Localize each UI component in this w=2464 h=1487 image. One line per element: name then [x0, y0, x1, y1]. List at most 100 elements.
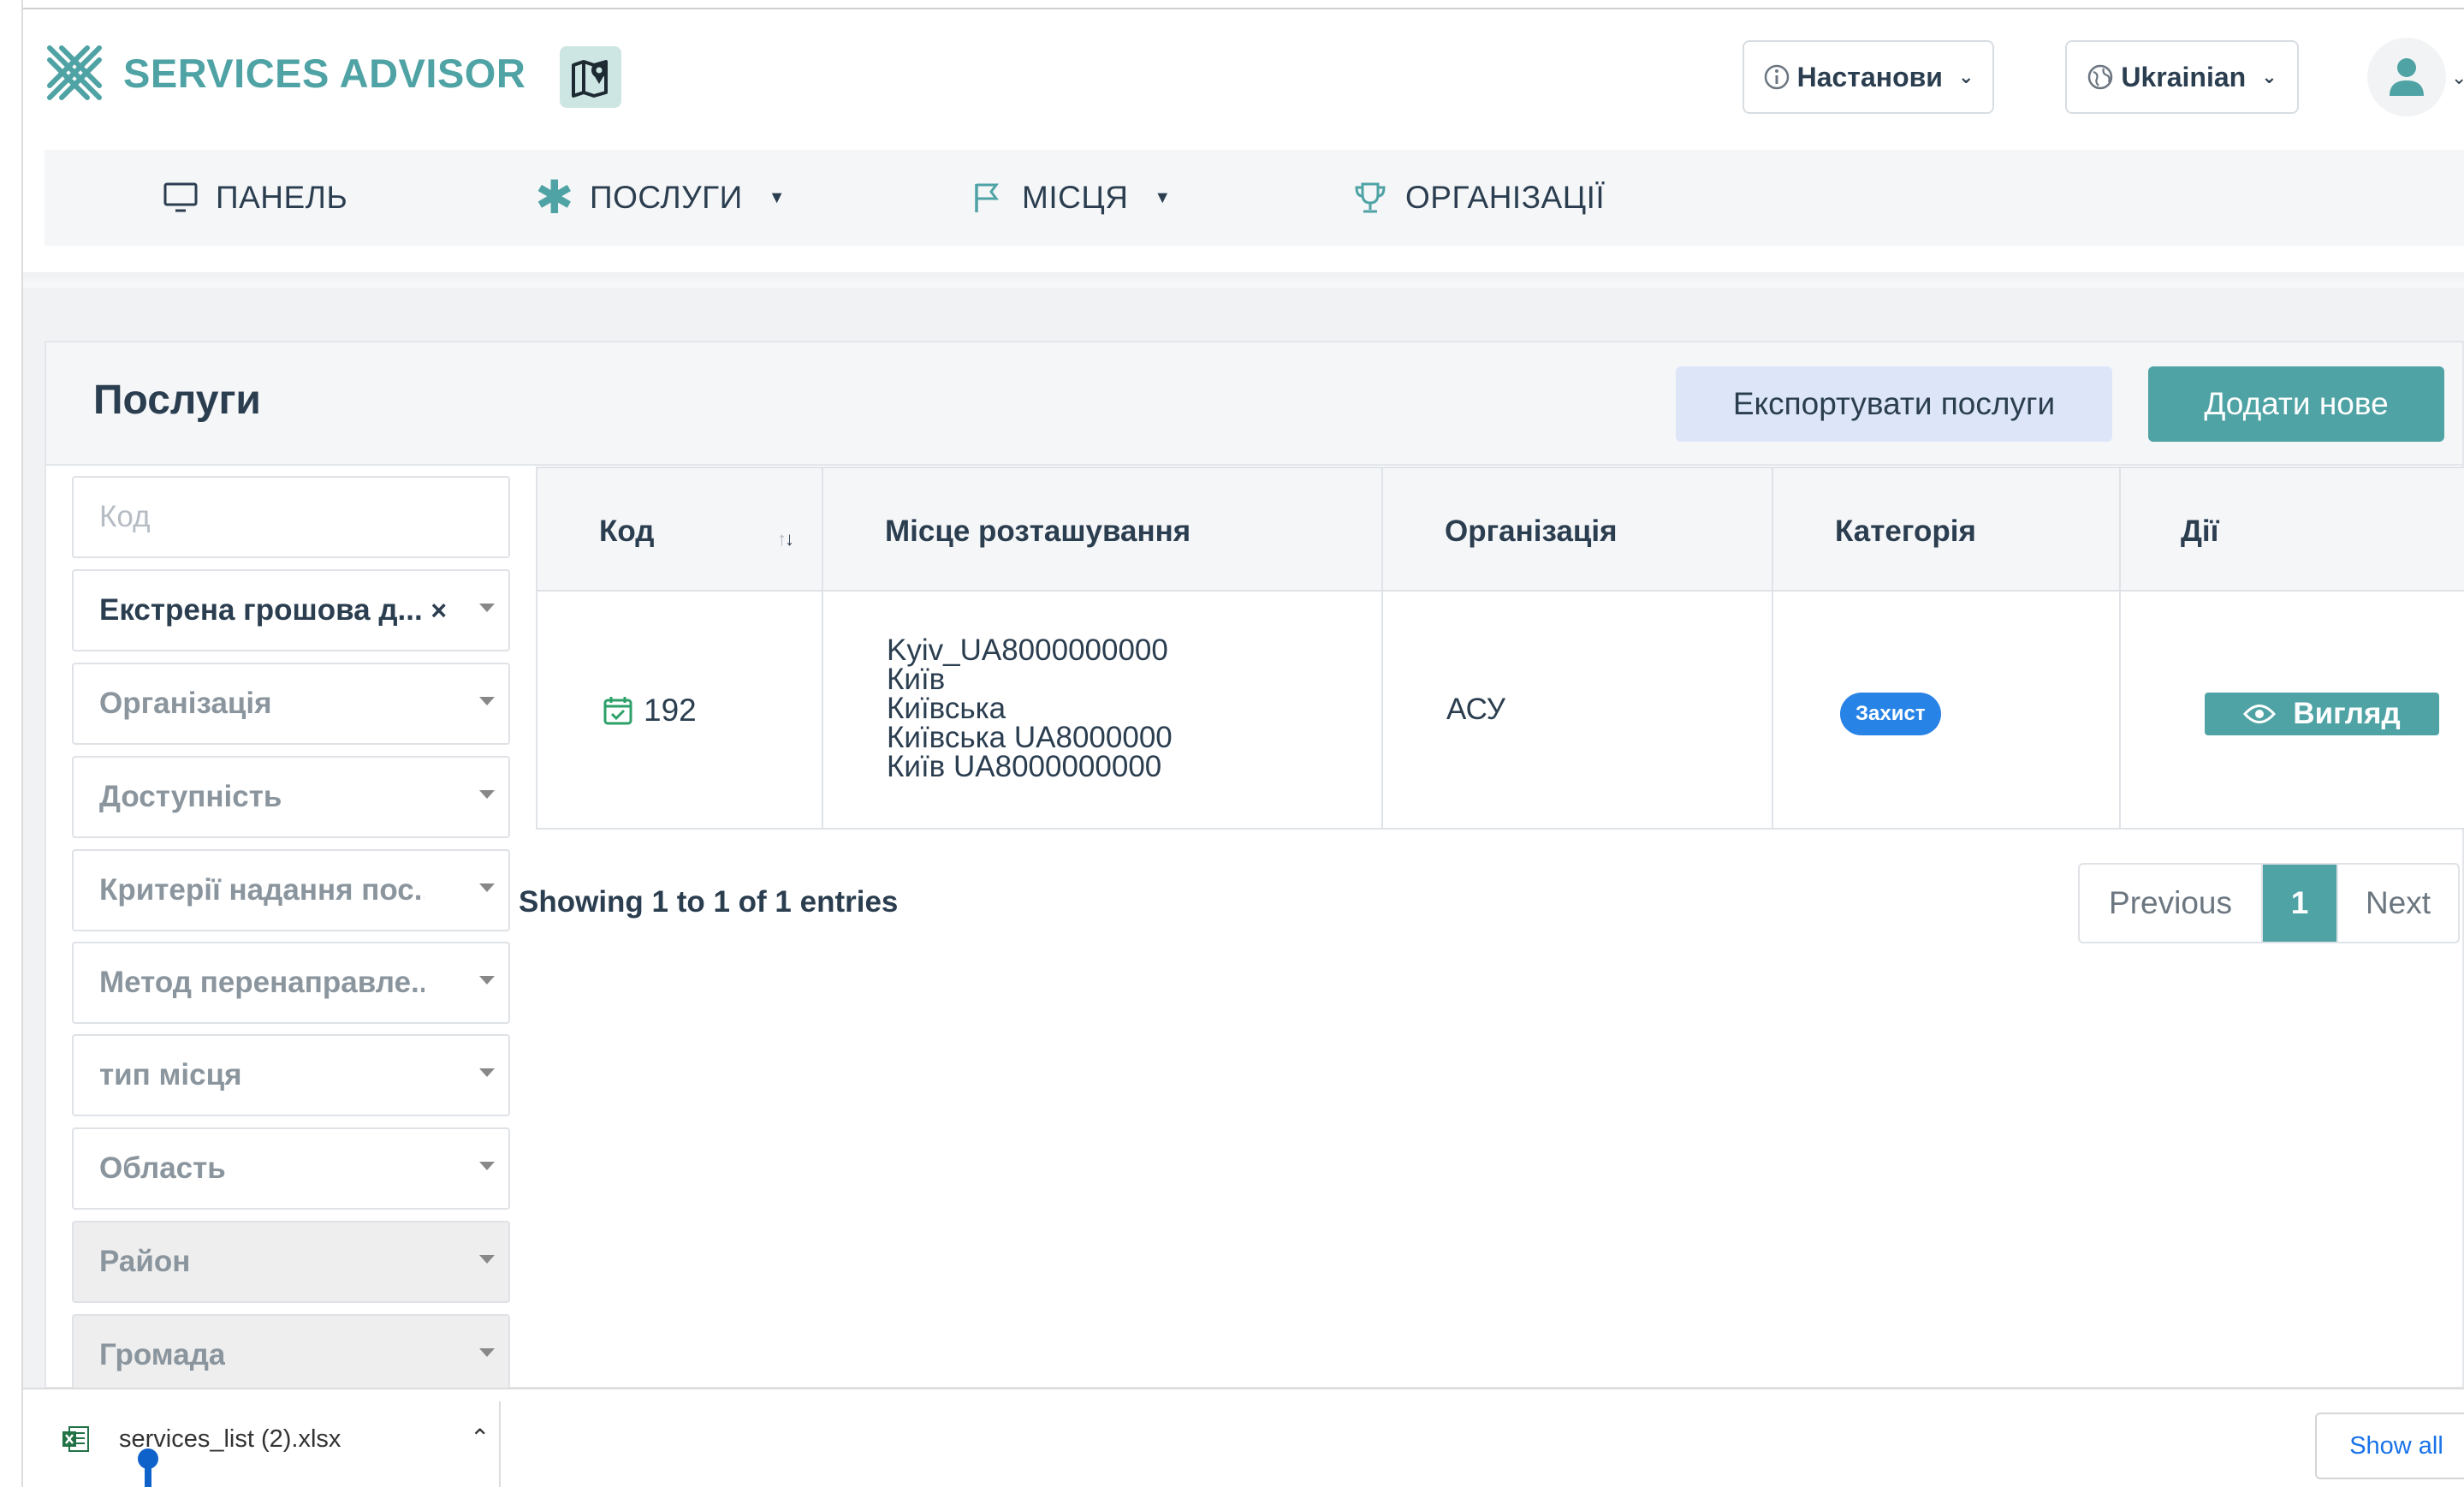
- page-title: Послуги: [93, 378, 261, 423]
- caret-down-icon: [479, 790, 495, 799]
- column-divider: [2119, 468, 2121, 593]
- nav-item-places[interactable]: МІСЦЯ ▼: [969, 150, 1172, 246]
- code-filter-input[interactable]: Код: [72, 476, 510, 558]
- district-filter-select[interactable]: Район: [72, 1221, 510, 1303]
- nav-places-label: МІСЦЯ: [1022, 180, 1129, 215]
- accessibility-filter-label: Доступність: [99, 780, 282, 813]
- download-item[interactable]: services_list (2).xlsx ⌃: [61, 1389, 523, 1487]
- community-filter-label: Громада: [99, 1338, 226, 1371]
- column-header-location[interactable]: Місце розташування: [885, 515, 1190, 549]
- next-page-button[interactable]: Next: [2336, 865, 2458, 942]
- caret-down-icon: [479, 976, 495, 984]
- download-separator: [499, 1401, 501, 1487]
- export-services-button[interactable]: Експортувати послуги: [1676, 366, 2112, 442]
- brand-logo[interactable]: SERVICES ADVISOR: [45, 43, 525, 103]
- caret-down-icon: [479, 1255, 495, 1264]
- location-cell: Kyiv_UA8000000000 Київ Київська Київська…: [887, 633, 1173, 783]
- caret-down-icon: [479, 1068, 495, 1077]
- chevron-down-icon: ⌄: [2261, 66, 2277, 87]
- location-line: Київська UA8000000: [887, 721, 1173, 754]
- column-header-actions: Дії: [2181, 515, 2219, 548]
- nav-organizations-label: ОРГАНІЗАЦІЇ: [1405, 180, 1606, 215]
- nav-item-panel[interactable]: ПАНЕЛЬ: [163, 150, 347, 246]
- caret-down-icon: [479, 883, 495, 892]
- pagination-info: Showing 1 to 1 of 1 entries: [519, 885, 899, 919]
- monitor-icon: [163, 180, 199, 216]
- column-header-category[interactable]: Категорія: [1835, 515, 1976, 549]
- globe-icon: [2088, 64, 2113, 90]
- window-top-edge: [23, 0, 2464, 9]
- column-divider: [1381, 468, 1383, 593]
- criteria-filter-select[interactable]: Критерії надання пос...: [72, 849, 510, 931]
- language-dropdown[interactable]: Ukrainian ⌄: [2065, 40, 2299, 114]
- brand-name: SERVICES ADVISOR: [123, 50, 526, 96]
- column-header-organization[interactable]: Організація: [1445, 515, 1618, 549]
- logo-icon: [47, 45, 102, 100]
- category-filter-value: Екстрена грошова д...: [99, 593, 423, 627]
- column-header-code[interactable]: Код: [599, 515, 655, 549]
- settings-dropdown[interactable]: Настанови ⌄: [1743, 40, 1994, 114]
- region-filter-select[interactable]: Область: [72, 1127, 510, 1210]
- location-line: Київська: [887, 692, 1006, 725]
- caret-down-icon: [479, 1348, 495, 1357]
- referral-filter-label: Метод перенаправле...: [99, 966, 425, 999]
- map-marker-icon: [572, 60, 608, 98]
- add-new-button[interactable]: Додати нове: [2148, 366, 2444, 442]
- organization-filter-select[interactable]: Організація: [72, 663, 510, 745]
- clear-selection-icon[interactable]: ×: [430, 595, 447, 627]
- place-type-filter-select[interactable]: тип місця: [72, 1034, 510, 1116]
- nav-item-services[interactable]: ✱ ПОСЛУГИ ▼: [535, 150, 787, 246]
- table-header-row: Код ↑↓ Місце розташування Організація Ка…: [536, 467, 2464, 593]
- location-line: Київ: [887, 663, 946, 696]
- user-avatar[interactable]: [2367, 38, 2446, 116]
- column-divider: [822, 592, 823, 830]
- settings-label: Настанови: [1796, 61, 1943, 92]
- caret-down-icon: ▼: [1154, 187, 1172, 207]
- language-label: Ukrainian: [2121, 61, 2247, 92]
- organization-cell: АСУ: [1446, 693, 1505, 726]
- location-line: Kyiv_UA8000000000: [887, 633, 1168, 667]
- category-filter-select[interactable]: Екстрена грошова д... ×: [72, 569, 510, 651]
- nav-services-label: ПОСЛУГИ: [590, 180, 743, 215]
- show-all-downloads-button[interactable]: Show all: [2315, 1413, 2464, 1479]
- map-button[interactable]: [560, 46, 621, 108]
- caret-down-icon: [479, 697, 495, 705]
- download-bar: services_list (2).xlsx ⌃ Show all: [23, 1388, 2464, 1487]
- column-divider: [1772, 468, 1773, 593]
- user-icon: [2390, 58, 2424, 96]
- nav-item-organizations[interactable]: ОРГАНІЗАЦІЇ: [1352, 150, 1605, 246]
- main-navigation: ПАНЕЛЬ ✱ ПОСЛУГИ ▼ МІСЦЯ ▼ ОРГАНІЗАЦІЇ: [45, 150, 2464, 246]
- code-filter-placeholder: Код: [99, 500, 151, 533]
- chevron-down-icon[interactable]: ⌄: [2451, 67, 2464, 89]
- column-divider: [2119, 592, 2121, 830]
- accessibility-filter-select[interactable]: Доступність: [72, 756, 510, 838]
- asterisk-icon: ✱: [535, 172, 574, 223]
- column-divider: [1381, 592, 1383, 830]
- referral-method-filter-select[interactable]: Метод перенаправле...: [72, 942, 510, 1024]
- district-filter-label: Район: [99, 1245, 191, 1278]
- caret-down-icon: ▼: [768, 187, 787, 207]
- pagination: Previous 1 Next: [2078, 863, 2460, 943]
- calendar-check-icon: [603, 697, 632, 725]
- region-filter-label: Область: [99, 1151, 226, 1185]
- chevron-down-icon: ⌄: [1957, 66, 1974, 87]
- sort-icon[interactable]: ↑↓: [777, 528, 794, 550]
- info-icon: [1764, 64, 1789, 90]
- window-left-edge: [0, 0, 23, 1487]
- community-filter-select[interactable]: Громада: [72, 1314, 510, 1396]
- mouse-cursor-stem: [145, 1462, 151, 1487]
- eye-icon: [2243, 705, 2277, 723]
- page-number-button[interactable]: 1: [2263, 865, 2336, 942]
- column-divider: [1772, 592, 1773, 830]
- location-line: Київ UA8000000000: [887, 750, 1162, 783]
- previous-page-button[interactable]: Previous: [2080, 865, 2263, 942]
- criteria-filter-label: Критерії надання пос...: [99, 873, 425, 907]
- caret-down-icon: [479, 1162, 495, 1170]
- chevron-up-icon[interactable]: ⌃: [470, 1424, 490, 1452]
- category-badge: Захист: [1840, 693, 1941, 735]
- trophy-icon: [1352, 180, 1388, 216]
- code-cell: 192: [603, 693, 697, 729]
- view-button[interactable]: Вигляд: [2205, 693, 2439, 735]
- flag-icon: [969, 180, 1005, 216]
- organization-filter-label: Організація: [99, 687, 272, 720]
